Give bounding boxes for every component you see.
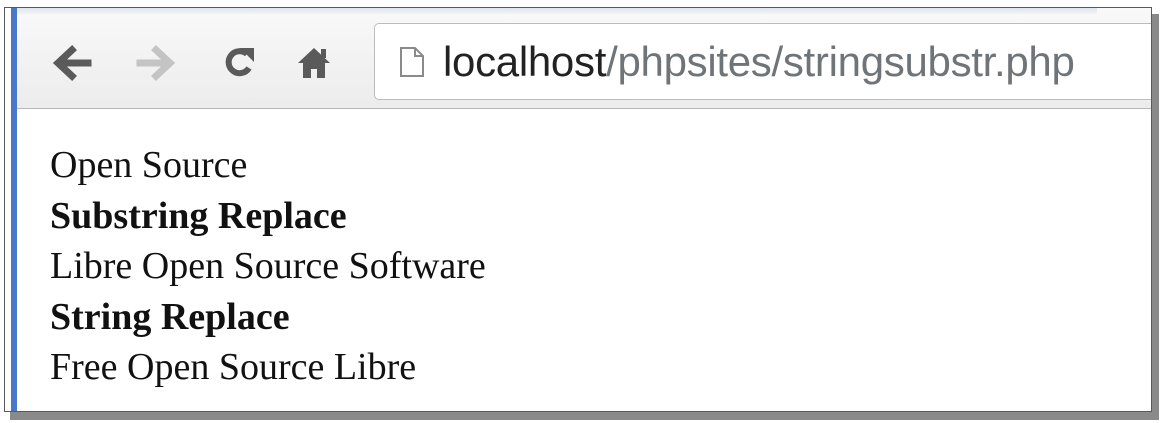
heading-substring-replace: Substring Replace (50, 194, 347, 237)
home-button[interactable] (287, 36, 341, 90)
browser-window: localhost/phpsites/stringsubstr.php Open… (4, 7, 1152, 412)
browser-toolbar: localhost/phpsites/stringsubstr.php (17, 8, 1151, 109)
back-button[interactable] (45, 36, 99, 90)
toolbar-top-highlight (17, 8, 1097, 14)
page-icon (400, 47, 424, 77)
page-content: Open Source Substring Replace Libre Open… (50, 140, 486, 393)
heading-string-replace: String Replace (50, 295, 290, 338)
output-line-2: Libre Open Source Software (50, 245, 486, 287)
forward-button[interactable] (129, 36, 183, 90)
home-icon (298, 48, 330, 78)
address-bar[interactable]: localhost/phpsites/stringsubstr.php (374, 23, 1151, 100)
forward-arrow-icon (136, 45, 176, 81)
reload-button[interactable] (212, 36, 266, 90)
output-line-1: Open Source (50, 144, 248, 186)
url-host: localhost (443, 38, 607, 85)
back-arrow-icon (52, 45, 92, 81)
url-text: localhost/phpsites/stringsubstr.php (443, 36, 1075, 88)
output-line-3: Free Open Source Libre (50, 346, 417, 388)
url-path: /phpsites/stringsubstr.php (606, 38, 1075, 85)
reload-icon (225, 48, 254, 77)
